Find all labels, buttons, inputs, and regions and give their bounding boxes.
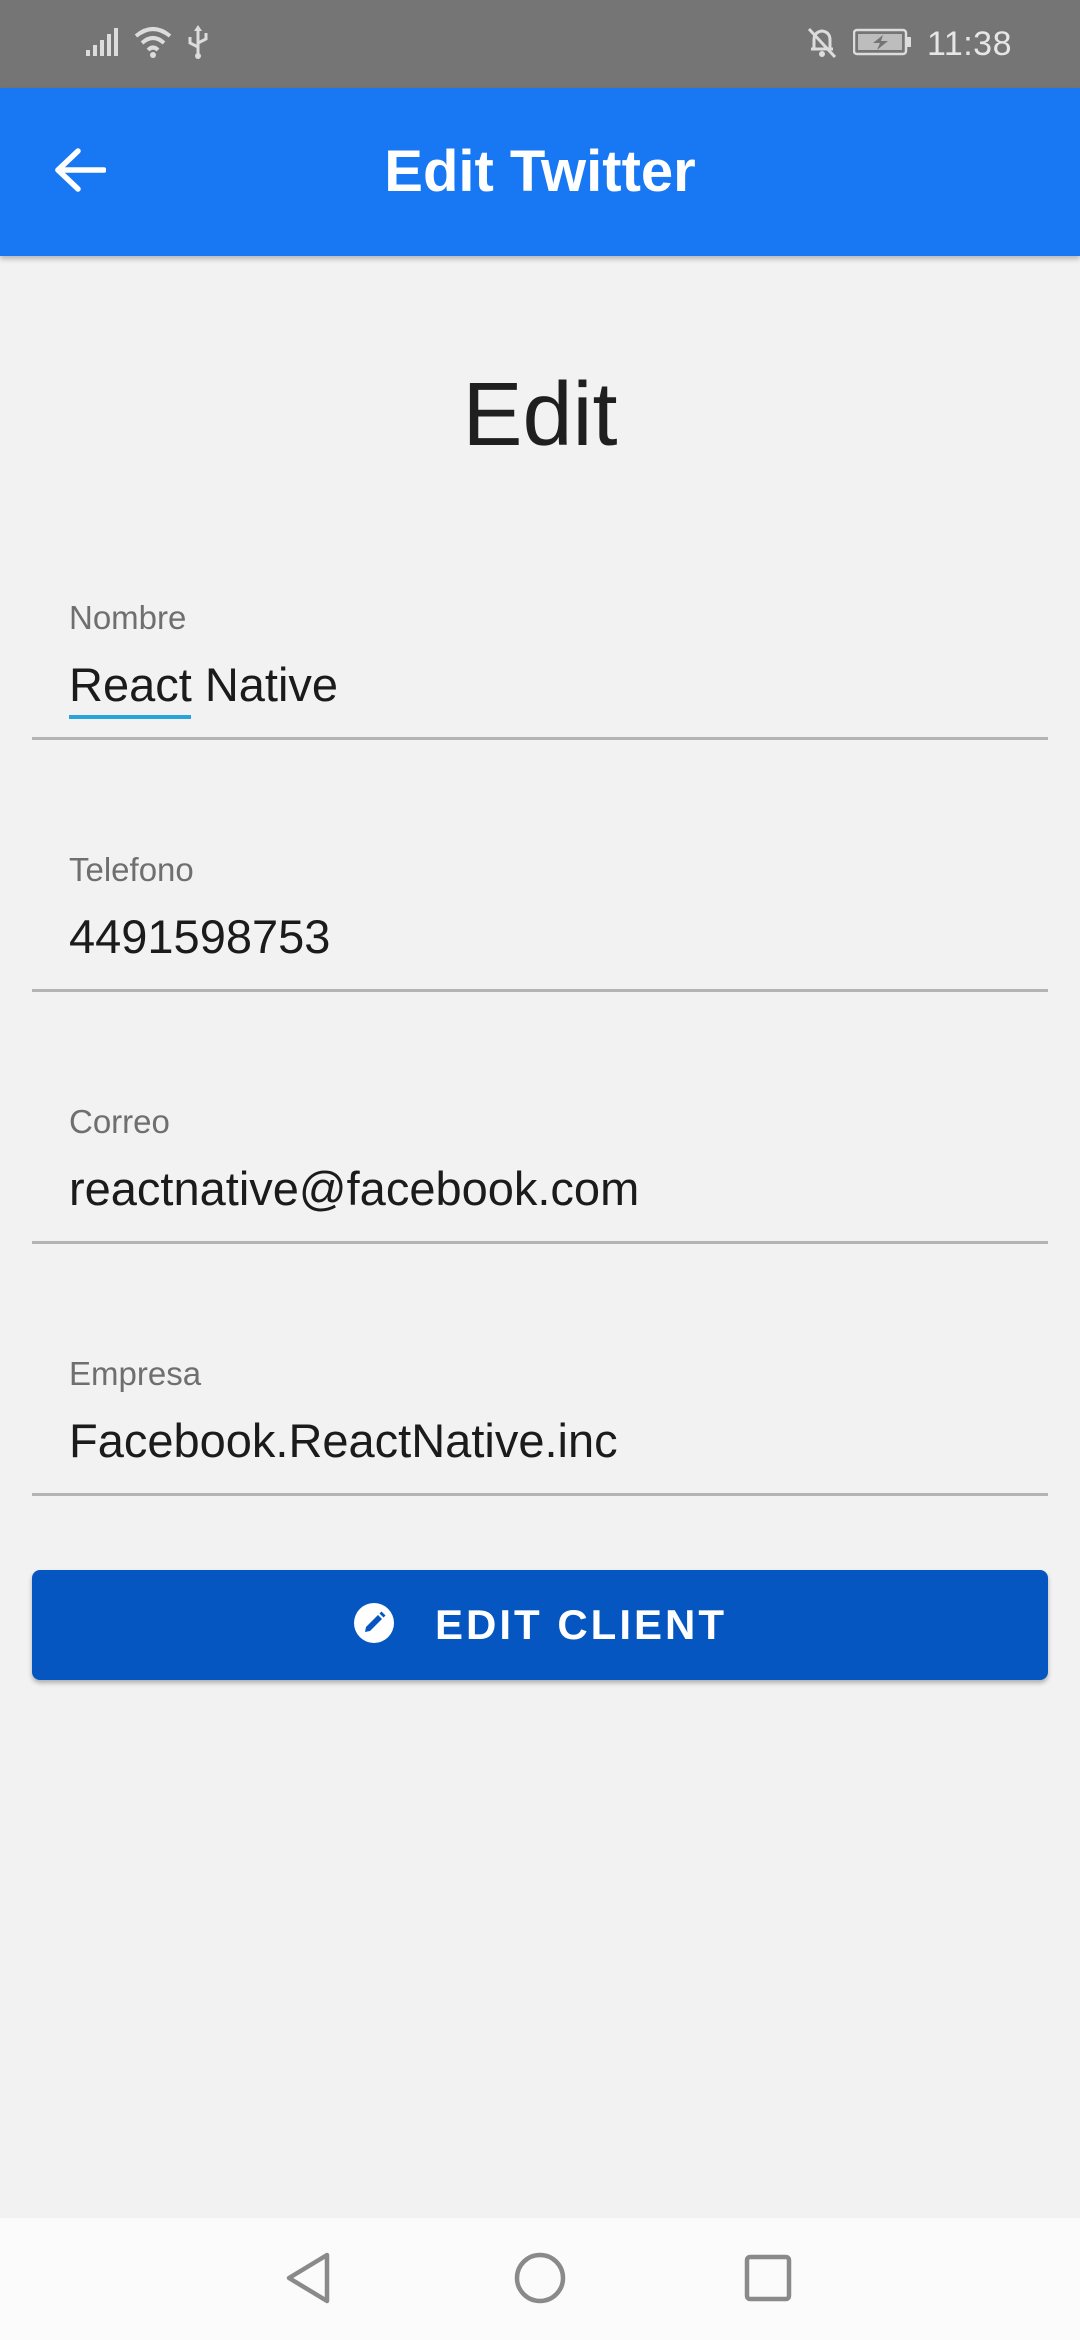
status-time: 11:38 xyxy=(926,24,1012,63)
usb-icon xyxy=(186,24,210,64)
system-nav-bar xyxy=(0,2218,1080,2340)
email-field: Correo xyxy=(32,1102,1048,1262)
notifications-off-icon xyxy=(805,25,839,64)
wifi-icon xyxy=(134,26,172,63)
company-label: Empresa xyxy=(69,1355,202,1392)
app-bar: Edit Twitter xyxy=(0,88,1080,256)
phone-underline xyxy=(32,989,1048,992)
home-circle-icon xyxy=(513,2251,567,2310)
nav-recents-button[interactable] xyxy=(728,2240,808,2320)
status-icons-left xyxy=(86,22,210,66)
name-input[interactable] xyxy=(69,650,1029,718)
edit-client-label: EDIT CLIENT xyxy=(435,1601,727,1648)
nav-home-button[interactable] xyxy=(500,2240,580,2320)
phone-field: Telefono xyxy=(32,850,1048,1010)
name-field: Nombre xyxy=(32,598,1048,758)
edit-client-button[interactable]: EDIT CLIENT xyxy=(32,1570,1048,1680)
status-icons-right: 11:38 xyxy=(805,18,1012,70)
back-triangle-icon xyxy=(283,2251,333,2310)
email-underline xyxy=(32,1241,1048,1244)
company-field: Empresa xyxy=(32,1354,1048,1514)
status-bar: 11:38 xyxy=(0,0,1080,88)
phone-label: Telefono xyxy=(69,851,194,888)
pencil-icon xyxy=(353,1602,395,1649)
name-underline xyxy=(32,737,1048,740)
battery-charging-icon xyxy=(852,27,913,62)
company-underline xyxy=(32,1493,1048,1496)
phone-input[interactable] xyxy=(69,902,1029,970)
nav-back-button[interactable] xyxy=(268,2240,348,2320)
recents-square-icon xyxy=(743,2253,793,2308)
company-input[interactable] xyxy=(69,1406,1029,1474)
page-heading: Edit xyxy=(462,365,618,465)
email-label: Correo xyxy=(69,1103,170,1140)
signal-icon xyxy=(86,27,120,61)
email-input[interactable] xyxy=(69,1154,1029,1222)
spellcheck-underline xyxy=(69,715,191,719)
name-label: Nombre xyxy=(69,599,187,636)
app-title: Edit Twitter xyxy=(384,139,696,204)
